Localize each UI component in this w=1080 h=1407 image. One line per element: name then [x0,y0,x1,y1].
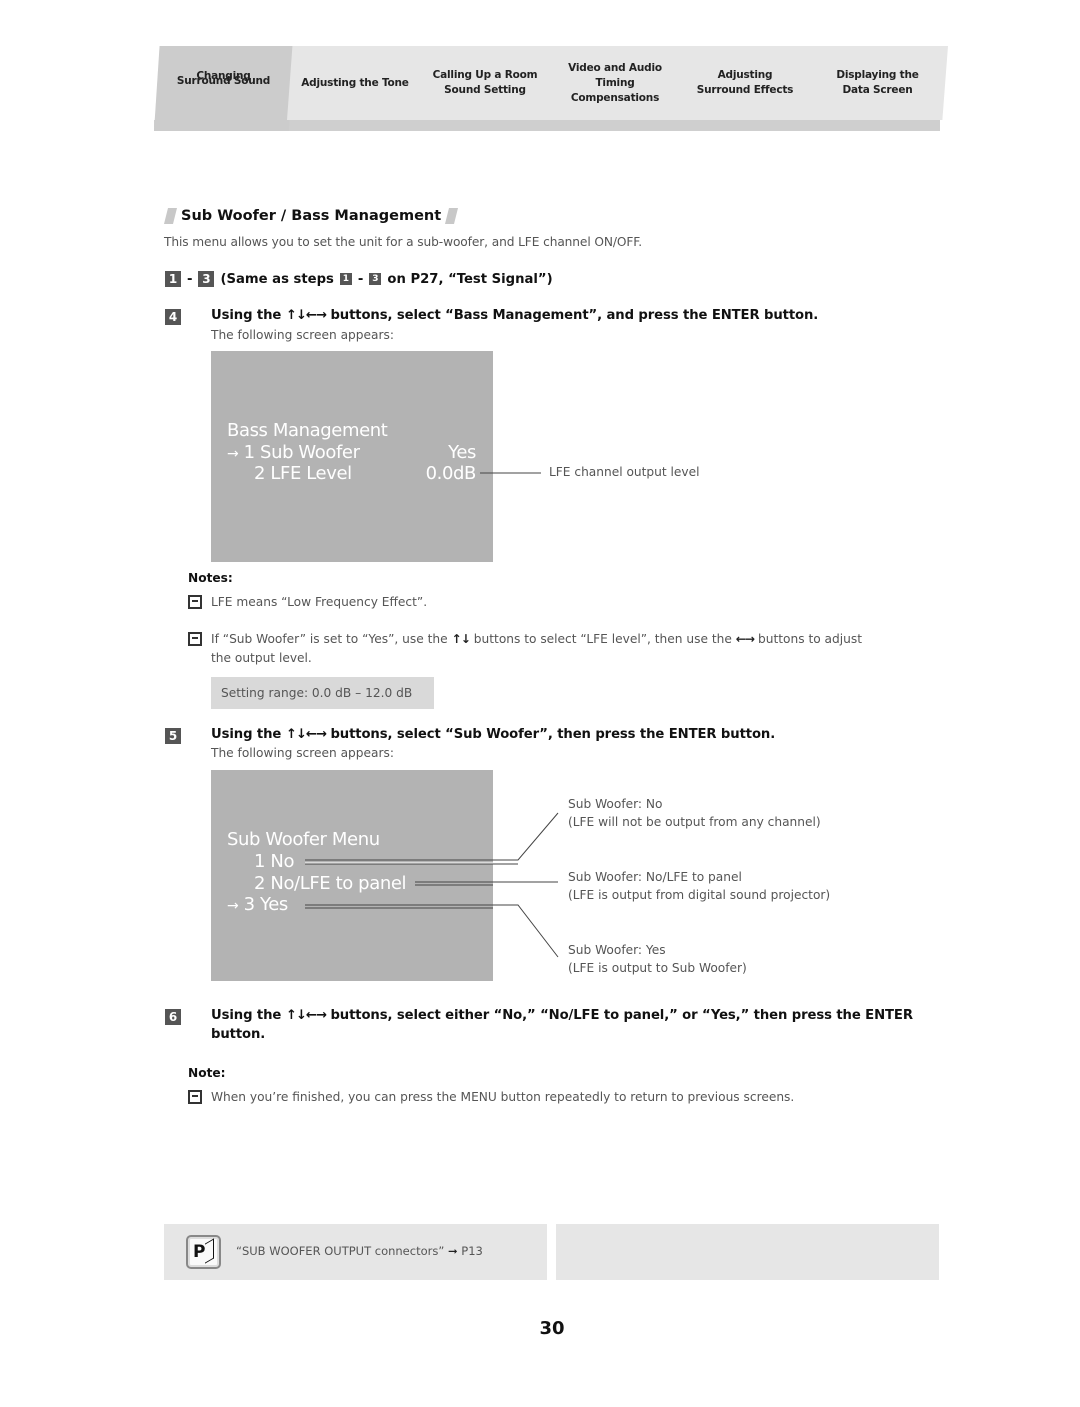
title-slash-decoration [164,208,177,224]
tab-label-line: Displaying the [836,69,919,81]
screen-title: Bass Management [227,420,388,441]
note-text-part: If “Sub Woofer” is set to “Yes”, use the [211,632,448,646]
step-subtext: The following screen appears: [211,746,394,760]
screen-item-value: 0.0dB [425,463,477,484]
screen-title: Sub Woofer Menu [227,829,380,850]
tab-label-line: Calling Up a Room [432,69,538,81]
tab-video-audio-timing[interactable]: Video and Audio Timing Compensations [547,46,683,120]
reference-box: P “SUB WOOFER OUTPUT connectors” ➞ P13 [164,1224,547,1280]
step-badge-small: 3 [369,273,382,285]
note-text-part: buttons to select “LFE level”, then use … [473,632,732,646]
arrow-buttons-icon: ↑↓←→ [285,1008,327,1023]
note-text: When you’re finished, you can press the … [211,1090,795,1104]
screen-item-sub-woofer: → 1 Sub Woofer [227,442,360,465]
note-text-part: buttons to adjust [758,632,862,646]
step-text: buttons, select “Sub Woofer”, then press… [330,727,776,742]
step-text: buttons, select “Bass Management”, and p… [330,308,819,323]
note-text: the output level. [211,651,312,665]
step-text: (Same as steps [220,271,334,287]
left-right-arrows-icon: ←→ [735,632,755,646]
right-arrow-icon: ➞ [447,1244,458,1258]
screen-item-yes: → 3 Yes [227,894,288,917]
title-slash-decoration [445,208,459,224]
note-text: LFE means “Low Frequency Effect”. [211,595,428,609]
callout-lfe-level: LFE channel output level [549,465,700,479]
dash: - [357,271,364,287]
callout-line: (LFE is output to Sub Woofer) [568,961,747,975]
screen-item-label: 3 Yes [243,894,289,915]
bass-management-screen: Bass Management → 1 Sub Woofer Yes 2 LFE… [211,351,493,562]
dash: - [187,271,193,287]
screen-item-no: 1 No [254,851,295,872]
step-1-3: 1 - 3 (Same as steps 1 - 3 on P27, “Test… [165,271,553,287]
callout-no-lfe-to-panel: Sub Woofer: No/LFE to panel (LFE is outp… [568,868,830,904]
step-text: button. [211,1027,266,1042]
page-number: 30 [539,1318,565,1339]
step-badge-small: 1 [339,273,352,285]
step-text: buttons, select either “No,” “No/LFE to … [330,1008,913,1023]
callout-line: (LFE will not be output from any channel… [568,815,821,829]
step-text: on P27, “Test Signal”) [387,271,553,287]
section-title-text: Sub Woofer / Bass Management [181,208,442,224]
reference-box-empty [556,1224,939,1280]
callout-yes: Sub Woofer: Yes (LFE is output to Sub Wo… [568,941,747,977]
note-icon [188,632,202,646]
reference-page: P13 [461,1244,483,1258]
callout-line: Sub Woofer: Yes [568,943,666,957]
tab-calling-up-room-sound[interactable]: Calling Up a Room Sound Setting [417,46,553,120]
setting-range-box: Setting range: 0.0 dB – 12.0 dB [211,677,434,709]
screen-item-label: 1 Sub Woofer [243,442,360,463]
screen-item-lfe-level: 2 LFE Level [254,463,352,484]
arrow-buttons-icon: ↑↓←→ [285,727,327,742]
reference-text: “SUB WOOFER OUTPUT connectors” [236,1244,445,1258]
step-badge: 5 [165,728,181,744]
cursor-arrow-icon: → [227,446,239,462]
step-badge: 6 [165,1009,181,1025]
tab-displaying-data-screen[interactable]: Displaying the Data Screen [807,46,948,120]
reference-link[interactable]: “SUB WOOFER OUTPUT connectors” ➞ P13 [236,1244,483,1258]
cursor-arrow-icon: → [227,898,239,914]
step-text: Using the [211,308,282,323]
section-title: Sub Woofer / Bass Management [164,208,459,224]
callout-no: Sub Woofer: No (LFE will not be output f… [568,795,821,831]
arrow-buttons-icon: ↑↓←→ [285,308,327,323]
screen-item-value: Yes [448,442,476,463]
tab-label-line: Sound Setting [444,84,526,96]
callout-line: (LFE is output from digital sound projec… [568,888,831,902]
step-text: Using the [211,727,282,742]
step-text: Using the [211,1008,282,1023]
leader-lines [305,472,559,958]
tab-label-line: Data Screen [842,84,913,96]
note-icon [188,1090,202,1104]
tab-label-line: Adjusting the Tone [301,76,409,89]
tab-adjusting-the-tone[interactable]: Adjusting the Tone [287,46,423,120]
tab-label-line: Timing [595,76,635,89]
tab-label-line: Video and Audio [568,61,662,74]
step-badge: 4 [165,309,181,325]
note-icon [188,595,202,609]
sub-woofer-menu-screen: Sub Woofer Menu 1 No 2 No/LFE to panel →… [211,770,493,981]
callout-line: Sub Woofer: No [568,797,663,811]
tab-adjusting-surround-effects[interactable]: Adjusting Surround Effects [677,46,813,120]
tab-label-line: Compensations [570,91,660,104]
section-intro: This menu allows you to set the unit for… [164,235,643,249]
chapter-tab-bar: Changing Surround Sound Adjusting the Ton… [154,46,948,132]
note-text: If “Sub Woofer” is set to “Yes”, use the… [211,630,862,648]
notes-label: Notes: [188,571,233,585]
tab-label-line: Adjusting [717,69,773,81]
callout-line: Sub Woofer: No/LFE to panel [568,870,742,884]
tab-label-line: Surround Effects [696,84,794,96]
up-down-arrows-icon: ↑↓ [451,632,470,646]
screen-item-no-lfe-to-panel: 2 No/LFE to panel [254,873,407,894]
tab-changing-surround-sound[interactable]: Changing Surround Sound [154,46,293,131]
page-reference-letter: P [193,1242,206,1262]
step-subtext: The following screen appears: [211,328,394,342]
note-label: Note: [188,1066,226,1080]
tab-label-line: Surround Sound [176,74,271,87]
step-badge: 1 [165,271,181,287]
page-reference-icon: P [186,1235,221,1269]
step-badge: 3 [198,271,215,287]
